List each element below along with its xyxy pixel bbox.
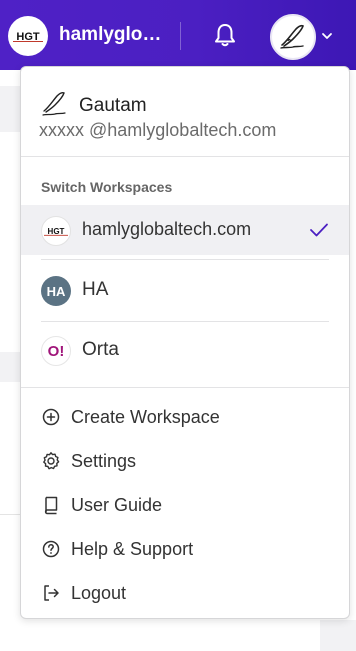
logout-item[interactable]: Logout xyxy=(21,573,349,613)
user-guide-item[interactable]: User Guide xyxy=(21,485,349,525)
workspace-label: HA xyxy=(82,279,109,300)
background-panel xyxy=(0,86,22,132)
workspace-name[interactable]: hamlyglobaltech.com xyxy=(59,24,163,46)
plus-circle-icon xyxy=(42,408,60,426)
hgt-logo-icon: HGT xyxy=(41,216,71,246)
background-divider xyxy=(0,514,22,515)
notifications-button[interactable] xyxy=(211,20,239,50)
workspace-label: Orta xyxy=(82,339,119,360)
bell-icon xyxy=(215,24,235,47)
divider xyxy=(41,321,329,322)
menu-item-label: Help & Support xyxy=(71,539,194,559)
menu-item-label: Logout xyxy=(71,583,127,603)
workspace-avatar-ha: HA xyxy=(41,276,71,306)
settings-item[interactable]: Settings xyxy=(21,441,349,481)
book-icon xyxy=(44,496,58,515)
checkmark-icon xyxy=(310,223,328,237)
hgt-logo-icon: HGT xyxy=(13,31,43,43)
logout-icon xyxy=(44,585,59,601)
orta-logo-icon: O! xyxy=(41,336,71,366)
top-bar: HGT hamlyglobaltech.com xyxy=(0,0,356,70)
menu-item-label: User Guide xyxy=(71,495,163,515)
signature-avatar-icon xyxy=(280,24,304,49)
menu-item-label: Settings xyxy=(71,451,137,471)
question-circle-icon xyxy=(42,540,60,558)
chevron-down-icon[interactable] xyxy=(320,29,334,43)
workspace-logo[interactable]: HGT xyxy=(8,16,48,56)
help-support-item[interactable]: Help & Support xyxy=(21,529,349,569)
profile-email: xxxxx @hamlyglobaltech.com xyxy=(39,120,277,140)
divider xyxy=(41,259,329,260)
workspace-label: hamlyglobaltech.com xyxy=(82,219,252,239)
profile-name: Gautam xyxy=(79,95,147,116)
gear-icon xyxy=(43,452,60,470)
menu-item-label: Create Workspace xyxy=(71,407,220,427)
divider xyxy=(21,387,349,388)
signature-avatar-icon xyxy=(42,92,66,116)
background-panel xyxy=(320,620,356,651)
workspace-item-hamlyglobaltech[interactable]: HGT hamlyglobaltech.com xyxy=(21,205,349,255)
divider xyxy=(21,156,349,157)
create-workspace-item[interactable]: Create Workspace xyxy=(21,397,349,437)
user-avatar-button[interactable] xyxy=(270,14,316,60)
background-panel xyxy=(0,352,22,382)
top-divider xyxy=(180,22,181,50)
svg-text:HGT: HGT xyxy=(48,227,65,236)
switch-workspaces-heading: Switch Workspaces xyxy=(41,179,173,195)
workspace-item-ha[interactable]: HA HA xyxy=(21,265,349,315)
workspace-item-orta[interactable]: O! Orta xyxy=(21,325,349,375)
account-dropdown-menu: Gautam xxxxx @hamlyglobaltech.com Switch… xyxy=(20,66,350,619)
